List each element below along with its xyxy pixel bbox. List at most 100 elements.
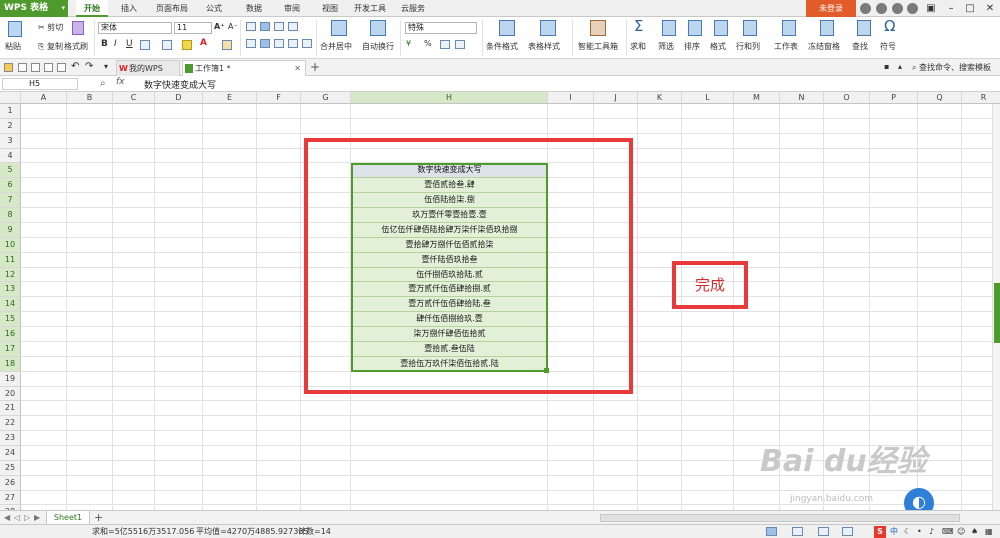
- column-header-r[interactable]: R: [962, 92, 1000, 104]
- currency-icon[interactable]: ¥: [406, 39, 411, 48]
- increase-decimal-icon[interactable]: [455, 40, 465, 49]
- justify-icon[interactable]: [288, 39, 298, 48]
- cell-border-icon[interactable]: [162, 40, 172, 50]
- column-header-a[interactable]: A: [21, 92, 67, 104]
- page-break-view-icon[interactable]: [818, 527, 829, 536]
- row-header-17[interactable]: 17: [0, 341, 21, 357]
- ime-moon-icon[interactable]: ☾: [904, 525, 911, 538]
- merge-center-button[interactable]: 合并居中: [320, 41, 352, 52]
- minimize-icon[interactable]: –: [941, 0, 961, 17]
- row-header-11[interactable]: 11: [0, 252, 21, 268]
- align-top-icon[interactable]: [246, 22, 256, 31]
- worksheet-icon[interactable]: [782, 20, 796, 36]
- font-size-select[interactable]: 11: [174, 22, 212, 34]
- settings-icon[interactable]: [876, 3, 887, 14]
- row-header-5[interactable]: 5: [0, 163, 21, 179]
- sort-button[interactable]: 排序: [684, 41, 700, 52]
- command-search[interactable]: ⌕ 查找命令、搜索模板: [912, 62, 991, 73]
- format-button[interactable]: 格式: [710, 41, 726, 52]
- format-painter-button[interactable]: 格式刷: [64, 41, 88, 52]
- sum-icon[interactable]: Σ: [634, 17, 643, 35]
- restore-window-icon[interactable]: ▣: [921, 0, 941, 17]
- tab-page-layout[interactable]: 页面布局: [150, 0, 194, 17]
- sheet-tab-sheet1[interactable]: Sheet1: [46, 511, 90, 525]
- zoom-search-icon[interactable]: ⌕: [100, 78, 106, 89]
- row-header-16[interactable]: 16: [0, 327, 21, 342]
- smart-toolbox-button[interactable]: 智能工具箱: [578, 41, 618, 52]
- column-header-j[interactable]: J: [594, 92, 638, 104]
- fx-button[interactable]: fx: [116, 77, 125, 87]
- row-header-9[interactable]: 9: [0, 222, 21, 238]
- sogou-input-icon[interactable]: S: [874, 526, 886, 538]
- grow-font-button[interactable]: A⁺: [214, 22, 224, 31]
- row-header-1[interactable]: 1: [0, 104, 21, 119]
- tab-developer[interactable]: 开发工具: [350, 0, 390, 17]
- formula-input[interactable]: 数字快速变成大写: [144, 78, 216, 91]
- column-header-q[interactable]: Q: [918, 92, 962, 104]
- row-header-12[interactable]: 12: [0, 267, 21, 283]
- row-header-14[interactable]: 14: [0, 297, 21, 313]
- reading-mode-icon[interactable]: [842, 527, 853, 536]
- feedback-icon[interactable]: [907, 3, 918, 14]
- row-header-18[interactable]: 18: [0, 356, 21, 372]
- first-sheet-icon[interactable]: ◀: [4, 513, 10, 522]
- copy-button[interactable]: ⎘ 复制: [38, 41, 63, 52]
- column-header-o[interactable]: O: [824, 92, 870, 104]
- merge-center-icon[interactable]: [331, 20, 347, 36]
- column-header-l[interactable]: L: [682, 92, 734, 104]
- row-header-27[interactable]: 27: [0, 490, 21, 506]
- tab-home[interactable]: 开始: [76, 0, 108, 17]
- find-icon[interactable]: [857, 20, 871, 36]
- row-header-4[interactable]: 4: [0, 148, 21, 164]
- last-sheet-icon[interactable]: ▶: [34, 513, 40, 522]
- clear-format-icon[interactable]: [222, 40, 232, 50]
- comment-icon[interactable]: ▪: [884, 62, 889, 71]
- print-preview-icon[interactable]: [31, 63, 40, 72]
- ime-chinese-icon[interactable]: 中: [890, 525, 898, 538]
- column-header-h[interactable]: H: [351, 92, 548, 104]
- ime-keyboard-icon[interactable]: ⌨: [942, 525, 954, 538]
- underline-button[interactable]: U: [126, 39, 133, 49]
- italic-button[interactable]: I: [114, 39, 117, 49]
- prev-sheet-icon[interactable]: ◁: [14, 513, 20, 522]
- row-header-23[interactable]: 23: [0, 431, 21, 446]
- side-panel-toggle[interactable]: [994, 283, 1000, 343]
- font-name-select[interactable]: 宋体: [98, 22, 172, 34]
- wrap-text-icon[interactable]: [370, 20, 386, 36]
- format-painter-icon[interactable]: [72, 21, 84, 35]
- column-header-c[interactable]: C: [113, 92, 155, 104]
- row-header-26[interactable]: 26: [0, 475, 21, 491]
- freeze-panes-button[interactable]: 冻结窗格: [808, 41, 840, 52]
- row-header-25[interactable]: 25: [0, 460, 21, 476]
- fill-color-icon[interactable]: [182, 40, 192, 50]
- row-header-15[interactable]: 15: [0, 312, 21, 328]
- row-column-button[interactable]: 行和列: [736, 41, 760, 52]
- row-header-7[interactable]: 7: [0, 193, 21, 209]
- ime-grid-icon[interactable]: ▦: [985, 525, 993, 538]
- format-icon[interactable]: [714, 20, 728, 36]
- chevron-down-icon[interactable]: ▾: [104, 62, 108, 71]
- smart-toolbox-icon[interactable]: [590, 20, 606, 36]
- ime-punctuation-icon[interactable]: •: [917, 525, 922, 538]
- row-header-22[interactable]: 22: [0, 416, 21, 432]
- app-logo[interactable]: WPS 表格 ▾: [0, 0, 68, 17]
- paste-button[interactable]: 粘贴: [5, 41, 21, 52]
- cut-button[interactable]: ✂ 剪切: [38, 22, 63, 33]
- border-icon[interactable]: [140, 40, 150, 50]
- skin-icon[interactable]: [860, 3, 871, 14]
- ime-shirt-icon[interactable]: ♠: [971, 525, 978, 538]
- sort-icon[interactable]: [688, 20, 702, 36]
- name-box[interactable]: H5: [2, 78, 78, 90]
- normal-view-icon[interactable]: [766, 527, 777, 536]
- row-header-10[interactable]: 10: [0, 237, 21, 253]
- worksheet-button[interactable]: 工作表: [774, 41, 798, 52]
- tab-workbook[interactable]: 工作簿1 * ✕: [182, 60, 306, 76]
- row-header-6[interactable]: 6: [0, 178, 21, 194]
- freeze-panes-icon[interactable]: [820, 20, 834, 36]
- sum-button[interactable]: 求和: [630, 41, 646, 52]
- row-header-19[interactable]: 19: [0, 371, 21, 387]
- row-header-3[interactable]: 3: [0, 133, 21, 149]
- conditional-format-icon[interactable]: [499, 20, 515, 36]
- row-header-24[interactable]: 24: [0, 446, 21, 461]
- row-header-8[interactable]: 8: [0, 208, 21, 223]
